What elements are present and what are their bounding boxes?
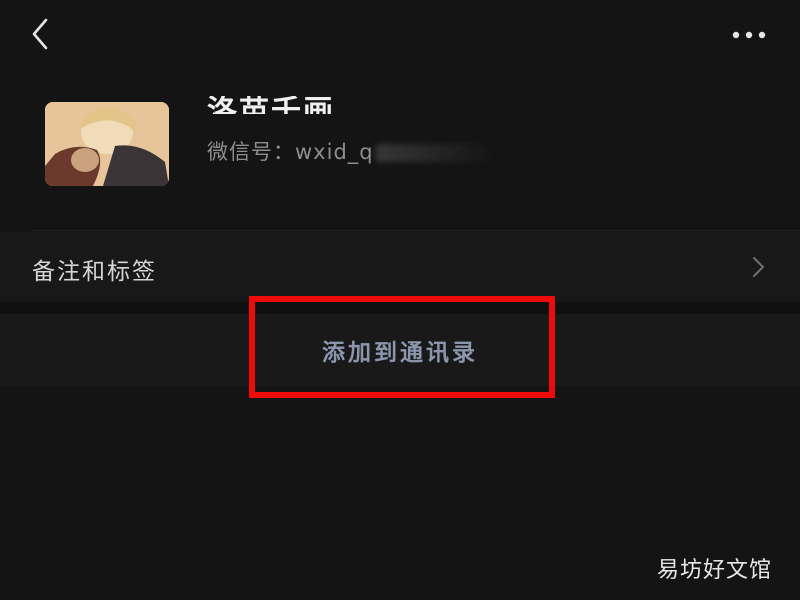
contact-profile-screen: 洛苗千画 微信号：wxid_q 备注和标签 添加到通讯录 易坊好文馆 [0,0,800,600]
section-gap [0,302,800,314]
add-contact-row: 添加到通讯录 [0,314,800,386]
wechat-id-label: 微信号： [207,140,295,164]
avatar-illustration [45,102,169,186]
remark-and-tags-row[interactable]: 备注和标签 [0,232,800,302]
more-horizontal-icon [732,31,766,39]
profile-header: 洛苗千画 微信号：wxid_q [0,80,800,230]
chevron-left-icon [32,18,48,50]
remark-and-tags-label: 备注和标签 [32,259,157,285]
chevron-right-icon [753,257,764,277]
redaction-blur [375,144,496,162]
avatar[interactable] [45,102,169,186]
more-button[interactable] [728,20,772,50]
add-to-contacts-button[interactable]: 添加到通讯录 [250,314,550,386]
divider [32,230,800,231]
wechat-id: 微信号：wxid_q [207,136,496,166]
watermark: 易坊好文馆 [656,558,772,583]
back-button[interactable] [22,16,58,52]
wechat-id-value: wxid_q [295,140,374,164]
top-bar [0,0,800,70]
contact-nickname: 洛苗千画 [207,94,335,120]
